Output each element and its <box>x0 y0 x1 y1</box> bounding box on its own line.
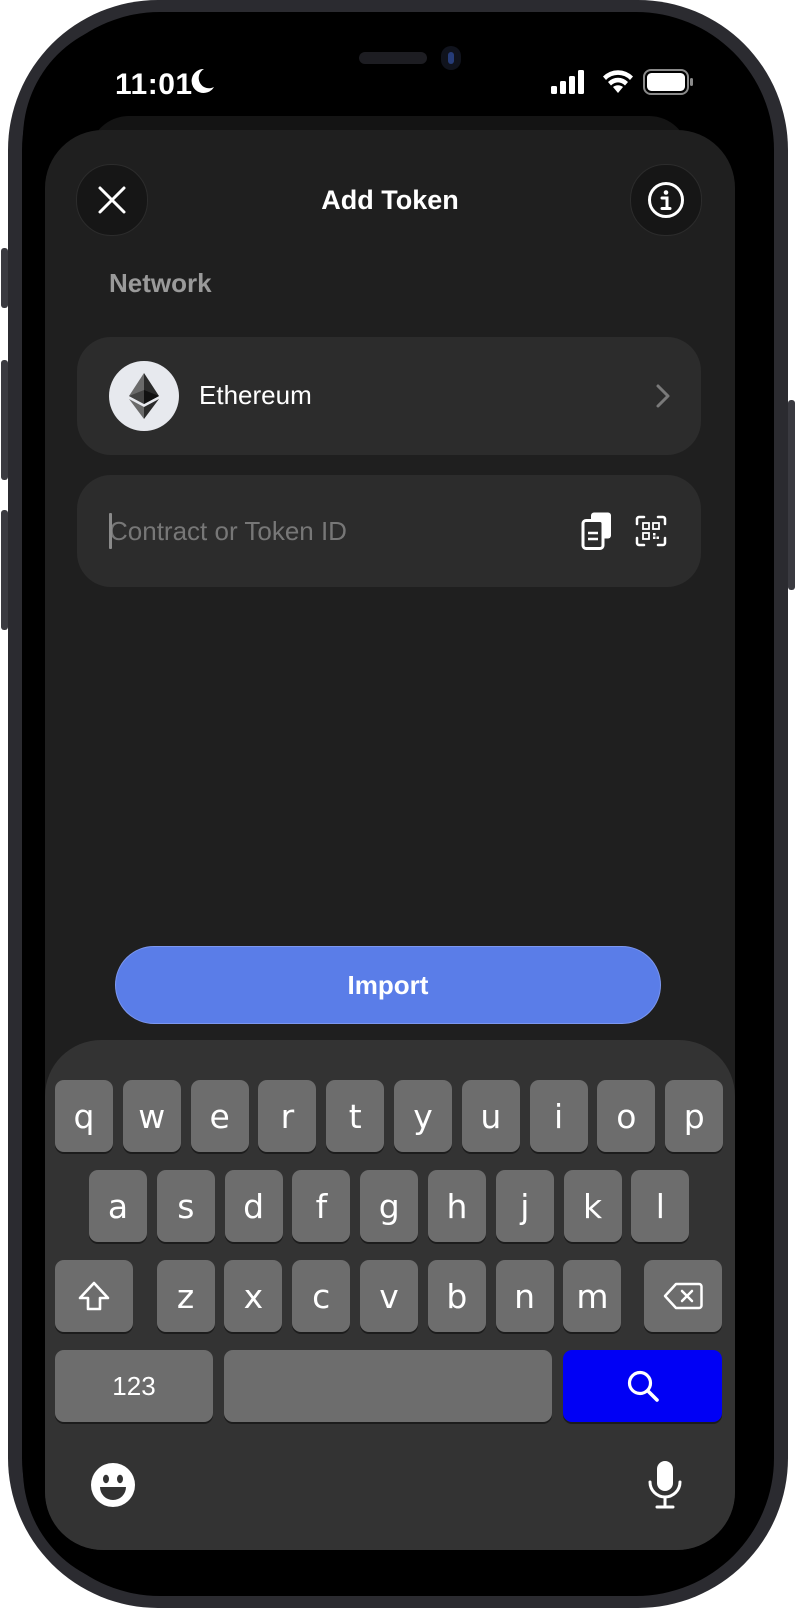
ethereum-logo <box>109 361 179 431</box>
paste-icon[interactable] <box>581 511 613 551</box>
cellular-signal-icon <box>551 70 584 94</box>
side-button-power <box>788 400 795 590</box>
key-b[interactable]: b <box>427 1260 486 1332</box>
onscreen-keyboard: qwertyuiop asdfghjkl zxcvbnm 123 <box>45 1040 735 1550</box>
key-m[interactable]: m <box>563 1260 622 1332</box>
side-button-action <box>1 248 8 308</box>
wifi-icon <box>603 70 633 93</box>
contract-input-box[interactable] <box>77 475 701 587</box>
numbers-key[interactable]: 123 <box>55 1350 213 1422</box>
key-w[interactable]: w <box>122 1080 181 1152</box>
qr-scan-icon[interactable] <box>635 515 667 547</box>
key-v[interactable]: v <box>360 1260 418 1332</box>
chevron-right-icon <box>656 384 670 408</box>
earpiece-speaker <box>359 52 427 64</box>
key-d[interactable]: d <box>224 1170 283 1242</box>
add-token-sheet: Add Token Network Ethereum Contract or T… <box>45 130 735 1550</box>
side-button-volume-down <box>1 510 8 630</box>
status-time: 11:01 <box>115 68 193 101</box>
key-k[interactable]: k <box>563 1170 622 1242</box>
search-key[interactable] <box>563 1350 722 1422</box>
key-c[interactable]: c <box>292 1260 351 1332</box>
network-name: Ethereum <box>199 380 312 410</box>
shift-icon <box>78 1281 110 1311</box>
key-e[interactable]: e <box>190 1080 249 1152</box>
space-key[interactable] <box>224 1350 552 1422</box>
info-icon <box>648 182 684 218</box>
key-q[interactable]: q <box>55 1080 113 1152</box>
key-i[interactable]: i <box>529 1080 588 1152</box>
text-caret <box>109 513 112 549</box>
key-a[interactable]: a <box>89 1170 147 1242</box>
key-s[interactable]: s <box>156 1170 215 1242</box>
key-r[interactable]: r <box>258 1080 317 1152</box>
phone-screen: 11:01 Add Token Network Ethereum Contrac… <box>23 20 757 1588</box>
key-n[interactable]: n <box>495 1260 554 1332</box>
key-f[interactable]: f <box>292 1170 351 1242</box>
moon-icon <box>191 68 214 93</box>
key-l[interactable]: l <box>631 1170 690 1242</box>
emoji-icon[interactable] <box>90 1462 136 1508</box>
side-button-volume-up <box>1 360 8 480</box>
backspace-key[interactable] <box>644 1260 722 1332</box>
key-o[interactable]: o <box>597 1080 656 1152</box>
key-j[interactable]: j <box>495 1170 554 1242</box>
contract-input[interactable] <box>109 505 539 557</box>
key-y[interactable]: y <box>394 1080 452 1152</box>
key-p[interactable]: p <box>665 1080 724 1152</box>
key-x[interactable]: x <box>224 1260 283 1332</box>
shift-key[interactable] <box>55 1260 133 1332</box>
key-t[interactable]: t <box>326 1080 385 1152</box>
key-z[interactable]: z <box>156 1260 215 1332</box>
network-section-label: Network <box>109 268 212 298</box>
front-camera <box>441 46 461 70</box>
backspace-icon <box>663 1282 703 1310</box>
search-icon <box>627 1370 659 1402</box>
key-h[interactable]: h <box>428 1170 486 1242</box>
microphone-icon[interactable] <box>647 1460 683 1510</box>
battery-icon <box>643 69 693 95</box>
network-selector[interactable]: Ethereum <box>77 337 701 455</box>
import-button[interactable]: Import <box>115 946 661 1024</box>
key-u[interactable]: u <box>461 1080 520 1152</box>
key-g[interactable]: g <box>360 1170 419 1242</box>
info-button[interactable] <box>630 164 702 236</box>
